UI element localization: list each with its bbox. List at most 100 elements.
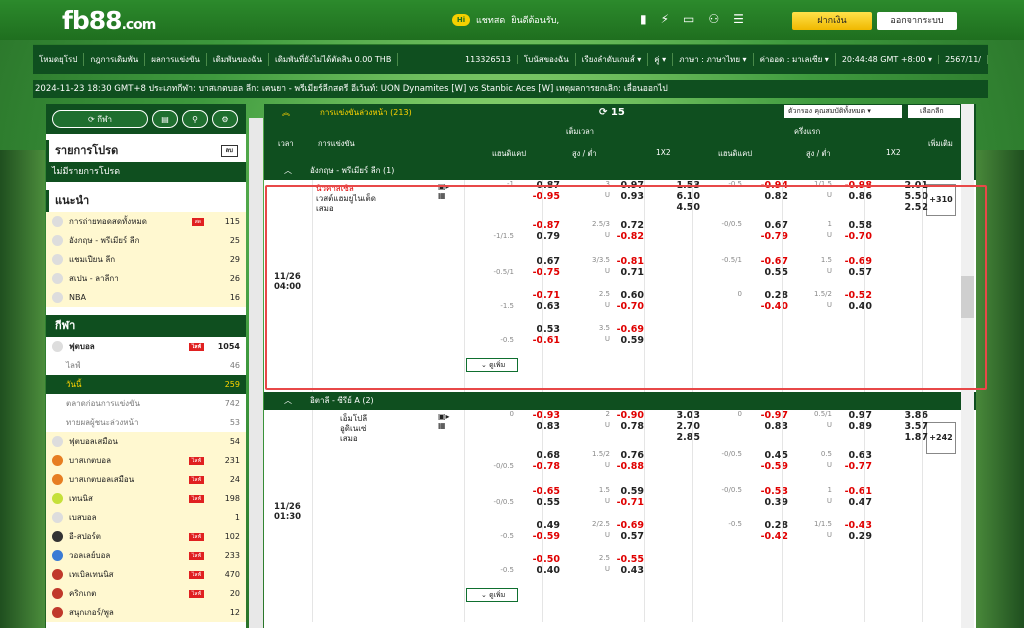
menu-item-rules[interactable]: กฎการเดิมพัน <box>84 53 146 66</box>
sport-item[interactable]: ฟุตบอลเสมือน 54 <box>46 432 246 451</box>
odds-2[interactable]: 2.85 <box>660 432 700 443</box>
league-row[interactable]: ︿ อิตาลี - ซีรีย์ A (2) <box>264 392 976 410</box>
col-ou-full: สูง / ต่ำ <box>572 149 597 158</box>
odds-under-half[interactable]: 0.89 <box>832 421 872 432</box>
live-badge: สด <box>191 217 204 226</box>
list-item[interactable]: การถ่ายทอดสดทั้งหมด สด 115 <box>46 212 246 231</box>
odds-type-select[interactable]: คู่ ▾ <box>648 53 674 66</box>
chevron-up-icon: ︿ <box>284 166 292 175</box>
odds-under-half[interactable]: -0.77 <box>832 461 872 472</box>
odds-over[interactable]: 0.59 <box>604 486 644 497</box>
logout-button[interactable]: ออกจากระบบ <box>877 12 957 30</box>
filter-select[interactable]: ตัวกรอง คุณสมบัติทั้งหมด ▾ <box>784 105 902 118</box>
list-item[interactable]: สเปน - ลาลีกา 26 <box>46 269 246 288</box>
odds-under-half[interactable]: 0.29 <box>832 531 872 542</box>
sport-pill[interactable]: ⟳ กีฬา <box>52 110 148 128</box>
sport-item[interactable]: บาสเกตบอล ไลฟ์ 231 <box>46 451 246 470</box>
user-pill[interactable]: ⚲ <box>182 110 208 128</box>
odds-over-half[interactable]: -0.61 <box>832 486 872 497</box>
left-scrollbar[interactable] <box>249 118 263 628</box>
menu-item-results[interactable]: ผลการแข่งขัน <box>145 53 207 66</box>
list-item[interactable]: อังกฤษ - พรีเมียร์ ลีก 25 <box>46 231 246 250</box>
odds-1[interactable]: 3.03 <box>660 410 700 421</box>
odds-over[interactable]: -0.69 <box>604 520 644 531</box>
sidebar-toolbar: ⟳ กีฬา ▤ ⚲ ⚙ <box>46 104 246 134</box>
stats-icon[interactable]: ▣▸ ▦ <box>438 412 450 430</box>
select-league-button[interactable]: เลือกลีก <box>908 105 960 118</box>
list-icon[interactable]: ☰ <box>733 12 744 26</box>
football-sub-prematch[interactable]: ตลาดก่อนการแข่งขัน 742 <box>46 394 246 413</box>
odds-over-half[interactable]: 0.97 <box>832 410 872 421</box>
odds-x[interactable]: 2.70 <box>660 421 700 432</box>
favorites-clear[interactable]: ลบ <box>220 145 238 157</box>
odds-away[interactable]: -0.78 <box>520 461 560 472</box>
odds-under-half[interactable]: 0.47 <box>832 497 872 508</box>
list-item[interactable]: แชมเปียน ลีก 29 <box>46 250 246 269</box>
no-favorites: ไม่มีรายการโปรด <box>46 162 246 182</box>
league-row[interactable]: ︿ อังกฤษ - พรีเมียร์ ลีก (1) <box>264 162 976 180</box>
sports-list: ฟุตบอลเสมือน 54 บาสเกตบอล ไลฟ์ 231 บาสเกตบอ… <box>46 432 246 622</box>
wallet-icon[interactable]: ▮ <box>640 12 647 26</box>
odds-under[interactable]: 0.43 <box>604 565 644 576</box>
sports-header: กีฬา <box>46 315 246 337</box>
sport-item[interactable]: เบสบอล 1 <box>46 508 246 527</box>
odds-home[interactable]: 0.49 <box>520 520 560 531</box>
odds-over-half[interactable]: -0.43 <box>832 520 872 531</box>
chevron-up-icon: ︿ <box>284 396 292 405</box>
odds-over[interactable]: -0.90 <box>604 410 644 421</box>
odds-select[interactable]: ค่าออด : มาเลเซีย ▾ <box>754 53 836 66</box>
menu-item-euro[interactable]: โหมดยุโรป <box>33 53 85 66</box>
lightning-icon[interactable]: ⚡ <box>661 12 669 26</box>
doc-pill[interactable]: ▤ <box>152 110 178 128</box>
hdp-line: -0/0.5 <box>493 462 514 470</box>
basketball-icon <box>52 455 63 466</box>
odds-home[interactable]: -0.93 <box>520 410 560 421</box>
odds-under[interactable]: 0.57 <box>604 531 644 542</box>
menu-item-unsettled[interactable]: เดิมพันที่ยังไม่ได้ตัดสิน 0.00 THB <box>269 53 399 66</box>
person-icon[interactable]: ⚇ <box>708 12 719 26</box>
odds-under[interactable]: -0.71 <box>604 497 644 508</box>
menu-item-mybets[interactable]: เดิมพันของฉัน <box>207 53 269 66</box>
sort-select[interactable]: เรียงลำดับเกมส์ ▾ <box>576 53 649 66</box>
live-chat[interactable]: Hi แชทสด ยินดีต้อนรับ, <box>452 13 559 27</box>
sport-item[interactable]: บาสเกตบอลเสมือน ไลฟ์ 24 <box>46 470 246 489</box>
more-markets-button[interactable]: +242 <box>926 422 956 454</box>
gear-icon: ⚙ <box>221 114 229 124</box>
brand-logo[interactable]: fb88.com <box>62 6 156 35</box>
odds-over[interactable]: -0.55 <box>604 554 644 565</box>
ou-under-label-half: U <box>826 531 832 539</box>
sport-item[interactable]: คริกเกต ไลฟ์ 20 <box>46 584 246 603</box>
odds-over[interactable]: 0.76 <box>604 450 644 461</box>
language-select[interactable]: ภาษา : ภาษาไทย ▾ <box>673 53 754 66</box>
odds-home[interactable]: -0.65 <box>520 486 560 497</box>
odds-away[interactable]: 0.40 <box>520 565 560 576</box>
settings-pill[interactable]: ⚙ <box>212 110 238 128</box>
list-item[interactable]: NBA 16 <box>46 288 246 307</box>
odds-home[interactable]: 0.68 <box>520 450 560 461</box>
football-sub-today[interactable]: วันนี้ 259 <box>46 375 246 394</box>
football-sub-live[interactable]: ไลฟ์ 46 <box>46 356 246 375</box>
collapse-icon[interactable]: ︽ <box>282 107 290 118</box>
odds-under[interactable]: -0.88 <box>604 461 644 472</box>
sport-item[interactable]: อี-สปอร์ต ไลฟ์ 102 <box>46 527 246 546</box>
esports-icon <box>52 531 63 542</box>
sport-item[interactable]: เทนนิส ไลฟ์ 198 <box>46 489 246 508</box>
hdp-line: 0 <box>509 410 514 418</box>
see-more-button[interactable]: ⌄ ดูเพิ่ม <box>466 588 518 602</box>
odds-away[interactable]: 0.55 <box>520 497 560 508</box>
deposit-button[interactable]: ฝากเงิน <box>792 12 872 30</box>
sport-item[interactable]: วอลเลย์บอล ไลฟ์ 233 <box>46 546 246 565</box>
odds-under[interactable]: 0.78 <box>604 421 644 432</box>
football-sub-outright[interactable]: ทายผลผู้ชนะล่วงหน้า 53 <box>46 413 246 432</box>
menu-item-bonus[interactable]: โบนัสของฉัน <box>518 53 576 66</box>
sport-item[interactable]: สนุกเกอร์/พูล 12 <box>46 603 246 622</box>
odds-over-half[interactable]: 0.63 <box>832 450 872 461</box>
odds-away[interactable]: 0.83 <box>520 421 560 432</box>
odds-away[interactable]: -0.59 <box>520 531 560 542</box>
sport-item[interactable]: เทเบิลเทนนิส ไลฟ์ 470 <box>46 565 246 584</box>
baseball-icon <box>52 512 63 523</box>
refresh-button[interactable]: ⟳ 15 <box>599 107 625 118</box>
promo-icon[interactable]: ▭ <box>683 12 694 26</box>
odds-home[interactable]: -0.50 <box>520 554 560 565</box>
sport-football[interactable]: ฟุตบอล ไลฟ์ 1054 <box>46 337 246 356</box>
